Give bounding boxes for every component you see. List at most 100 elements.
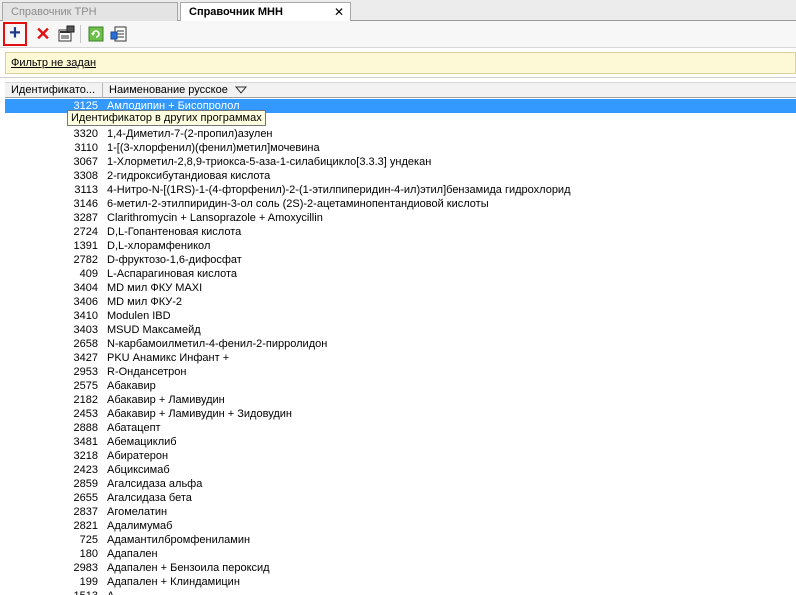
column-header-name[interactable]: Наименование русское [103,83,255,98]
cell-id: 2453 [73,408,98,420]
cell-id: 2724 [73,226,98,238]
table-row[interactable]: 1513 А… [5,589,796,595]
cell-name: Агомелатин [107,506,168,518]
export-button[interactable] [109,24,129,44]
table-row[interactable]: 2837 Агомелатин [5,505,796,519]
table-row[interactable]: 3410 Modulen IBD [5,309,796,323]
cell-id: 409 [79,268,98,280]
cell-id: 2658 [73,338,98,350]
cell-id: 3113 [74,184,98,196]
cell-id: 3146 [73,198,98,210]
cell-name: Абакавир [107,380,156,392]
cell-id: 1391 [73,240,98,252]
cell-name: 2-гидроксибутандиовая кислота [107,170,271,182]
table-row[interactable]: 3218 Абиратерон [5,449,796,463]
table-row[interactable]: 1391 D,L-хлорамфеникол [5,239,796,253]
tab-mnn[interactable]: Справочник МНН ✕ [180,2,351,22]
delete-button[interactable]: ✕ [33,24,53,44]
table-row[interactable]: 2983 Адапален + Бензоила пероксид [5,561,796,575]
close-icon[interactable]: ✕ [334,5,344,19]
table-row[interactable]: 2782 D-фруктозо-1,6-дифосфат [5,253,796,267]
cell-id: 3406 [73,296,98,308]
cell-name: MSUD Максамейд [107,324,201,336]
cell-name: Адапален [107,548,158,560]
properties-icon [58,25,75,42]
table-row[interactable]: 3113 4-Нитро-N-[(1RS)-1-(4-фторфенил)-2-(… [5,183,796,197]
table-row[interactable]: 3146 6-метил-2-этилпиридин-3-ол соль (2S)… [5,197,796,211]
toolbar: + ✕ [0,21,796,48]
table-row[interactable]: 180 Адапален [5,547,796,561]
cell-id: 180 [79,548,98,560]
cell-id: 2782 [73,254,98,266]
cell-id: 3410 [73,310,98,322]
cell-name: Адапален + Бензоила пероксид [107,562,270,574]
table-row[interactable]: 2953 R-Ондансетрон [5,365,796,379]
table-row[interactable]: 3481 Абемациклиб [5,435,796,449]
toolbar-separator [80,25,81,43]
cell-name: Адалимумаб [107,520,173,532]
cell-name: Clarithromycin + Lansoprazole + Amoxycil… [107,212,323,224]
tab-bar: Справочник ТРН Справочник МНН ✕ [0,0,796,22]
cell-name: L-Аспарагиновая кислота [107,268,238,280]
refresh-button[interactable] [86,24,106,44]
cell-id: 2182 [73,394,98,406]
table-row[interactable]: 409 L-Аспарагиновая кислота [5,267,796,281]
cell-id: 3404 [73,282,98,294]
table-row[interactable]: 725 Адамантилбромфениламин [5,533,796,547]
sort-descending-icon [235,86,247,94]
cell-id: 3218 [73,450,98,462]
table-row[interactable]: 3308 2-гидроксибутандиовая кислота [5,169,796,183]
cell-name: D,L-Гопантеновая кислота [107,226,242,238]
tab-label: Справочник МНН [189,6,283,18]
grid-body: 3125Амлодипин + Бисопролол…ота33201,4-Ди… [5,99,796,595]
table-row[interactable]: 199 Адапален + Клиндамицин [5,575,796,589]
filter-bar: Фильтр не задан [5,52,796,74]
cell-id: 3320 [73,128,98,140]
refresh-icon [88,26,104,42]
cell-name: 1-[(3-хлорфенил)(фенил)метил]мочевина [107,142,320,154]
tab-trn[interactable]: Справочник ТРН [2,2,178,21]
cell-name: 6-метил-2-этилпиридин-3-ол соль (2S)-2-а… [107,198,489,210]
cell-name: MD мил ФКУ MAXI [107,282,203,294]
table-row[interactable]: 3320 1,4-Диметил-7-(2-пропил)азулен [5,127,796,141]
table-row[interactable]: 2658 N-карбамоилметил-4-фенил-2-пирролидо… [5,337,796,351]
cell-name: Абциксимаб [107,464,170,476]
table-row[interactable]: 2453 Абакавир + Ламивудин + Зидовудин [5,407,796,421]
cell-name: 1-Хлорметил-2,8,9-триокса-5-аза-1-силаби… [107,156,432,168]
table-row[interactable]: 2655 Агалсидаза бета [5,491,796,505]
table-row[interactable]: 2888 Абатацепт [5,421,796,435]
cell-id: 3481 [73,436,98,448]
table-row[interactable]: 2821 Адалимумаб [5,519,796,533]
cell-id: 1513 [5,589,98,595]
table-row[interactable]: 3406 MD мил ФКУ-2 [5,295,796,309]
cell-id: 2655 [73,492,98,504]
cell-name: D,L-хлорамфеникол [107,240,211,252]
properties-button[interactable] [57,24,77,44]
cell-name: MD мил ФКУ-2 [107,296,183,308]
cell-name: Адамантилбромфениламин [107,534,251,546]
table-row[interactable]: 2859 Агалсидаза альфа [5,477,796,491]
filter-link[interactable]: Фильтр не задан [11,57,96,69]
table-row[interactable]: 3287 Clarithromycin + Lansoprazole + Amox… [5,211,796,225]
add-button[interactable]: + [3,22,27,46]
table-row[interactable]: 2182 Абакавир + Ламивудин [5,393,796,407]
table-row[interactable]: 3110 1-[(3-хлорфенил)(фенил)метил]мочевин… [5,141,796,155]
cell-id: 3287 [73,212,98,224]
table-row[interactable]: 3427 PKU Анамикс Инфант + [5,351,796,365]
table-row[interactable]: 2575 Абакавир [5,379,796,393]
table-row[interactable]: 2423 Абциксимаб [5,463,796,477]
cell-name: N-карбамоилметил-4-фенил-2-пирролидон [107,338,328,350]
column-header-label: Наименование русское [109,84,228,96]
cell-name: R-Ондансетрон [107,366,187,378]
cell-id: 2821 [73,520,98,532]
column-header-id[interactable]: Идентификато... [5,83,103,98]
cell-name: Абиратерон [107,450,169,462]
column-header-label: Идентификато... [11,84,96,96]
table-row[interactable]: 2724 D,L-Гопантеновая кислота [5,225,796,239]
export-icon [110,26,127,42]
table-row[interactable]: 3067 1-Хлорметил-2,8,9-триокса-5-аза-1-си… [5,155,796,169]
table-row[interactable]: 3403 MSUD Максамейд [5,323,796,337]
tab-label: Справочник ТРН [11,6,97,18]
cell-id: 2983 [73,562,98,574]
table-row[interactable]: 3404 MD мил ФКУ MAXI [5,281,796,295]
